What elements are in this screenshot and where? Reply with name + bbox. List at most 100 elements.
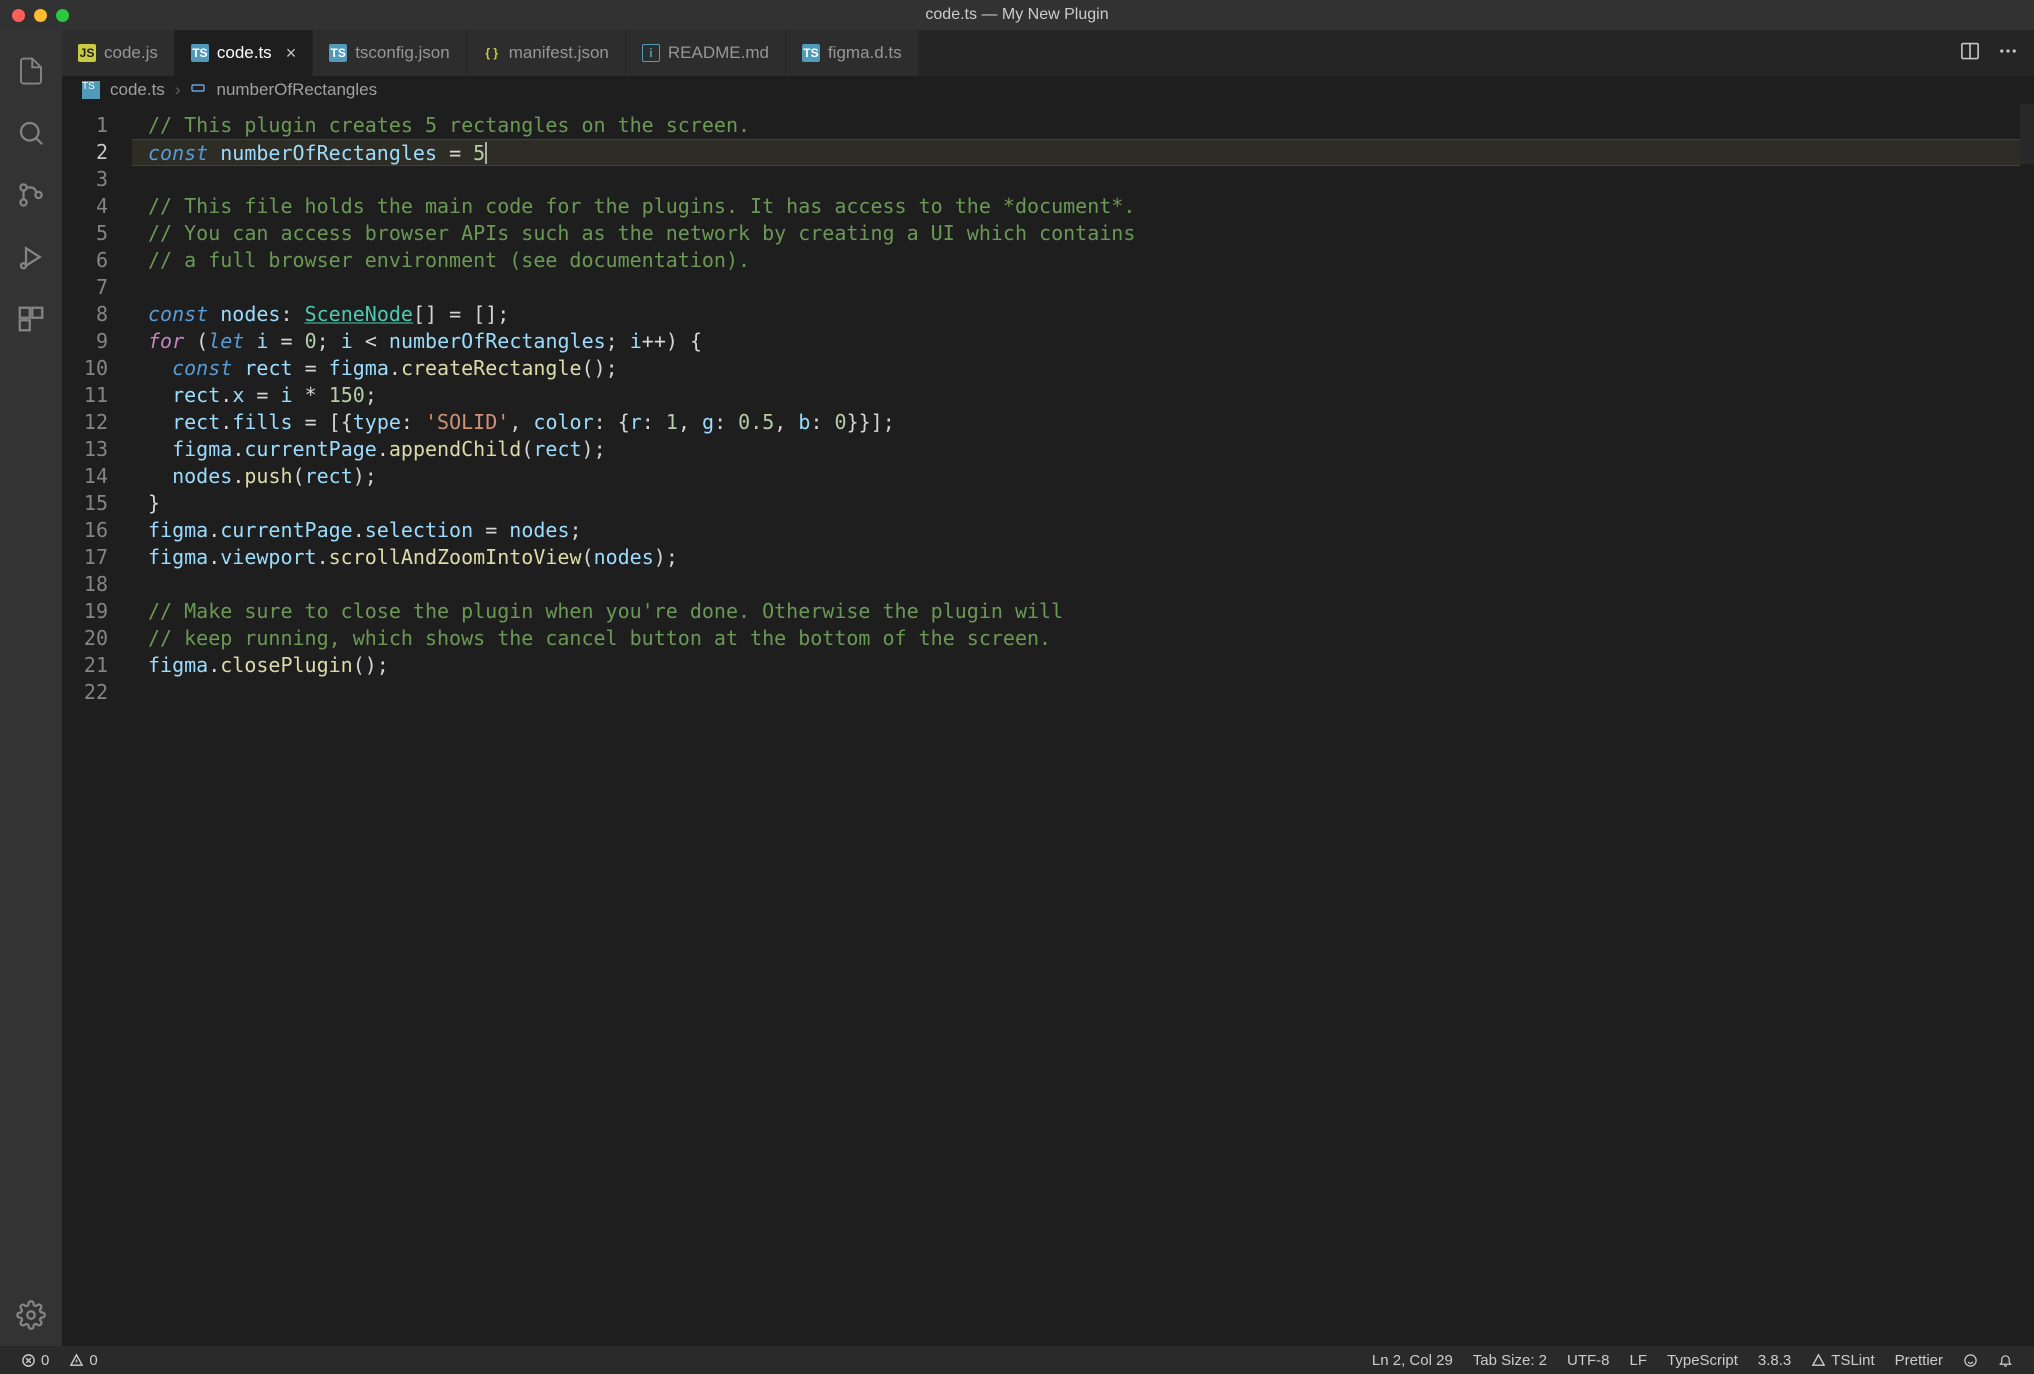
code-line[interactable]: rect.x = i * 150; xyxy=(132,382,2020,409)
line-number[interactable]: 14 xyxy=(62,463,108,490)
line-number[interactable]: 10 xyxy=(62,355,108,382)
line-number[interactable]: 2 xyxy=(62,139,108,166)
tab-label: code.js xyxy=(104,43,158,63)
tab-label: tsconfig.json xyxy=(355,43,450,63)
code-line[interactable]: figma.closePlugin(); xyxy=(132,652,2020,679)
minimize-window-button[interactable] xyxy=(34,9,47,22)
status-eol[interactable]: LF xyxy=(1623,1352,1655,1369)
ts-file-icon: TS xyxy=(802,44,820,62)
tab-label: manifest.json xyxy=(509,43,609,63)
more-actions-icon[interactable] xyxy=(1998,41,2018,66)
titlebar[interactable]: code.ts — My New Plugin xyxy=(0,0,2034,30)
status-tab-size[interactable]: Tab Size: 2 xyxy=(1466,1352,1554,1369)
tab-code-ts[interactable]: TS code.ts × xyxy=(175,30,313,76)
code-line[interactable]: rect.fills = [{type: 'SOLID', color: {r:… xyxy=(132,409,2020,436)
code-line[interactable]: nodes.push(rect); xyxy=(132,463,2020,490)
symbol-variable-icon xyxy=(190,80,206,101)
code-line[interactable]: // Make sure to close the plugin when yo… xyxy=(132,598,2020,625)
split-editor-icon[interactable] xyxy=(1960,41,1980,66)
explorer-icon[interactable] xyxy=(0,40,62,102)
extensions-icon[interactable] xyxy=(0,288,62,350)
search-icon[interactable] xyxy=(0,102,62,164)
line-number[interactable]: 12 xyxy=(62,409,108,436)
line-number[interactable]: 15 xyxy=(62,490,108,517)
debug-icon[interactable] xyxy=(0,226,62,288)
line-number[interactable]: 17 xyxy=(62,544,108,571)
line-number[interactable]: 19 xyxy=(62,598,108,625)
line-number[interactable]: 4 xyxy=(62,193,108,220)
line-number[interactable]: 7 xyxy=(62,274,108,301)
status-ts-version[interactable]: 3.8.3 xyxy=(1751,1352,1798,1369)
line-number[interactable]: 5 xyxy=(62,220,108,247)
maximize-window-button[interactable] xyxy=(56,9,69,22)
line-number[interactable]: 22 xyxy=(62,679,108,706)
settings-gear-icon[interactable] xyxy=(0,1284,62,1346)
line-number[interactable]: 1 xyxy=(62,112,108,139)
breadcrumb-file[interactable]: code.ts xyxy=(110,80,165,100)
code-line[interactable]: const numberOfRectangles = 5 xyxy=(132,139,2020,166)
warning-triangle-icon xyxy=(1811,1353,1826,1368)
close-window-button[interactable] xyxy=(12,9,25,22)
status-bar: 0 0 Ln 2, Col 29 Tab Size: 2 UTF-8 LF Ty… xyxy=(0,1346,2034,1374)
code-line[interactable]: figma.currentPage.appendChild(rect); xyxy=(132,436,2020,463)
line-number[interactable]: 6 xyxy=(62,247,108,274)
code-content[interactable]: // This plugin creates 5 rectangles on t… xyxy=(132,104,2020,1346)
line-number[interactable]: 3 xyxy=(62,166,108,193)
line-number[interactable]: 16 xyxy=(62,517,108,544)
source-control-icon[interactable] xyxy=(0,164,62,226)
code-line[interactable] xyxy=(132,274,2020,301)
code-line[interactable] xyxy=(132,166,2020,193)
code-line[interactable]: // keep running, which shows the cancel … xyxy=(132,625,2020,652)
tab-code-js[interactable]: JScode.js xyxy=(62,30,175,76)
line-number[interactable]: 18 xyxy=(62,571,108,598)
line-number[interactable]: 11 xyxy=(62,382,108,409)
tab-README-md[interactable]: iREADME.md xyxy=(626,30,786,76)
code-line[interactable]: const nodes: SceneNode[] = []; xyxy=(132,301,2020,328)
minimap-thumb[interactable] xyxy=(2020,104,2034,164)
breadcrumb-symbol[interactable]: numberOfRectangles xyxy=(216,80,377,100)
line-number-gutter[interactable]: 12345678910111213141516171819202122 xyxy=(62,104,132,1346)
chevron-right-icon: › xyxy=(175,80,181,100)
status-feedback-icon[interactable] xyxy=(1956,1353,1985,1368)
tab-label: figma.d.ts xyxy=(828,43,902,63)
line-number[interactable]: 8 xyxy=(62,301,108,328)
editor-area: JScode.jsTScode.ts×TStsconfig.json{ }man… xyxy=(62,30,2034,1346)
app-window: code.ts — My New Plugin JS xyxy=(0,0,2034,1374)
status-language[interactable]: TypeScript xyxy=(1660,1352,1745,1369)
breadcrumb[interactable]: TS code.ts › numberOfRectangles xyxy=(62,76,2034,104)
line-number[interactable]: 20 xyxy=(62,625,108,652)
tab-figma-d-ts[interactable]: TS figma.d.ts xyxy=(786,30,919,76)
line-number[interactable]: 13 xyxy=(62,436,108,463)
code-line[interactable]: for (let i = 0; i < numberOfRectangles; … xyxy=(132,328,2020,355)
code-line[interactable]: } xyxy=(132,490,2020,517)
code-line[interactable]: // This plugin creates 5 rectangles on t… xyxy=(132,112,2020,139)
status-prettier[interactable]: Prettier xyxy=(1888,1352,1950,1369)
line-number[interactable]: 9 xyxy=(62,328,108,355)
tab-manifest-json[interactable]: { }manifest.json xyxy=(467,30,626,76)
status-errors[interactable]: 0 xyxy=(14,1352,56,1369)
line-number[interactable]: 21 xyxy=(62,652,108,679)
status-warnings[interactable]: 0 xyxy=(62,1352,104,1369)
tab-label: code.ts xyxy=(217,43,272,63)
code-line[interactable]: // You can access browser APIs such as t… xyxy=(132,220,2020,247)
minimap[interactable] xyxy=(2020,104,2034,1346)
status-cursor-position[interactable]: Ln 2, Col 29 xyxy=(1365,1352,1460,1369)
code-line[interactable] xyxy=(132,571,2020,598)
status-tslint[interactable]: TSLint xyxy=(1804,1352,1881,1369)
code-line[interactable]: const rect = figma.createRectangle(); xyxy=(132,355,2020,382)
close-tab-icon[interactable]: × xyxy=(286,43,297,64)
ts-file-icon: TS xyxy=(191,44,209,62)
code-line[interactable]: // This file holds the main code for the… xyxy=(132,193,2020,220)
info-file-icon: i xyxy=(642,44,660,62)
status-encoding[interactable]: UTF-8 xyxy=(1560,1352,1617,1369)
code-line[interactable]: // a full browser environment (see docum… xyxy=(132,247,2020,274)
tab-tsconfig-json[interactable]: TStsconfig.json xyxy=(313,30,467,76)
code-editor[interactable]: 12345678910111213141516171819202122 // T… xyxy=(62,104,2034,1346)
status-bell-icon[interactable] xyxy=(1991,1353,2020,1368)
activity-bar xyxy=(0,30,62,1346)
code-line[interactable]: figma.viewport.scrollAndZoomIntoView(nod… xyxy=(132,544,2020,571)
bell-icon xyxy=(1998,1353,2013,1368)
feedback-smile-icon xyxy=(1963,1353,1978,1368)
code-line[interactable] xyxy=(132,679,2020,706)
code-line[interactable]: figma.currentPage.selection = nodes; xyxy=(132,517,2020,544)
